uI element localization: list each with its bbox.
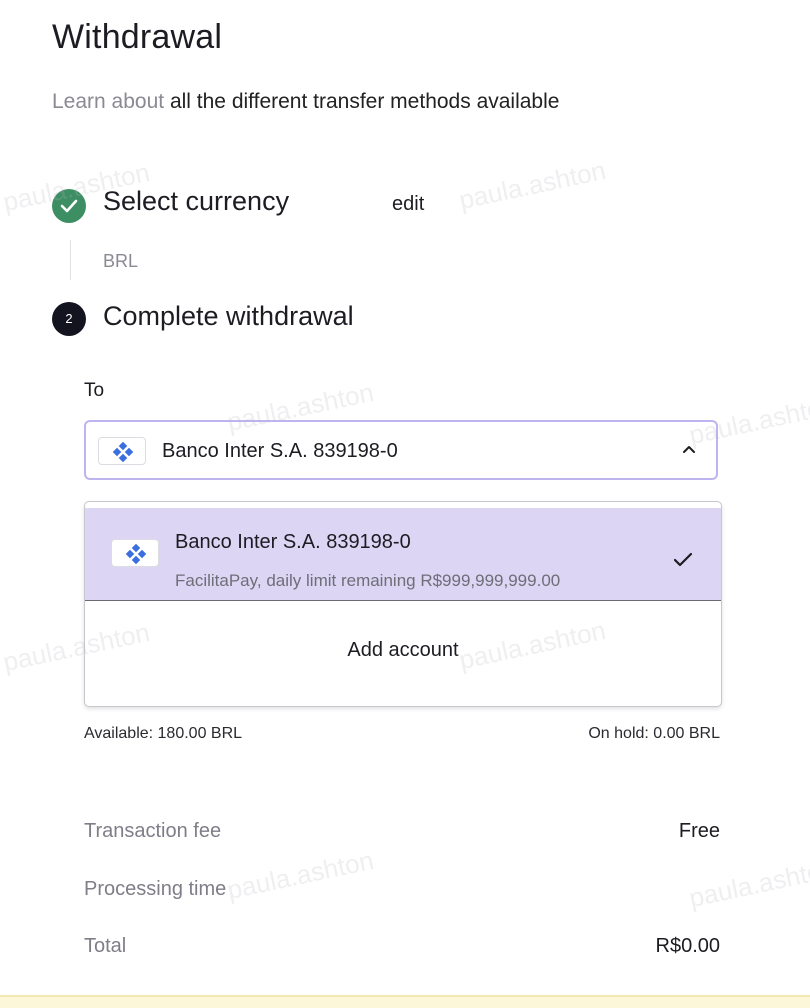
page-title: Withdrawal bbox=[52, 18, 223, 56]
watermark: paula.ashton bbox=[686, 852, 810, 914]
account-select[interactable]: Banco Inter S.A. 839198-0 bbox=[84, 420, 718, 480]
bank-inter-logo-icon bbox=[98, 437, 146, 465]
processing-time-label: Processing time bbox=[84, 878, 227, 900]
edit-currency-button[interactable]: edit bbox=[392, 193, 424, 216]
on-hold-balance: On hold: 0.00 BRL bbox=[588, 725, 720, 742]
to-field-label: To bbox=[84, 380, 105, 401]
transaction-fee-value: Free bbox=[678, 820, 720, 842]
step-connector bbox=[70, 240, 71, 280]
checkmark-icon bbox=[673, 552, 693, 567]
check-circle-icon bbox=[52, 189, 86, 223]
selected-account-value: Banco Inter S.A. 839198-0 bbox=[162, 440, 398, 462]
bank-inter-logo-icon bbox=[111, 539, 159, 567]
total-value: R$0.00 bbox=[655, 935, 721, 957]
learn-about-link[interactable]: Learn about bbox=[52, 90, 164, 113]
watermark: paula.ashton bbox=[224, 844, 377, 906]
transaction-fee-label: Transaction fee bbox=[84, 820, 222, 842]
step-number-badge: 2 bbox=[52, 302, 86, 336]
total-label: Total bbox=[84, 935, 127, 957]
add-account-button[interactable]: Add account bbox=[85, 601, 721, 706]
selected-currency-value: BRL bbox=[103, 251, 139, 271]
account-option-subtitle: FacilitaPay, daily limit remaining R$999… bbox=[175, 571, 561, 590]
intro-text: Learn about all the different transfer m… bbox=[52, 90, 559, 114]
step-complete-withdrawal-label: Complete withdrawal bbox=[103, 301, 354, 331]
watermark: paula.ashton bbox=[456, 154, 609, 216]
step-select-currency-label: Select currency bbox=[103, 186, 290, 216]
bottom-banner bbox=[0, 995, 810, 1008]
intro-description: all the different transfer methods avail… bbox=[169, 90, 560, 113]
chevron-up-icon[interactable] bbox=[682, 444, 696, 454]
account-option[interactable]: Banco Inter S.A. 839198-0 FacilitaPay, d… bbox=[85, 508, 721, 601]
account-option-title: Banco Inter S.A. 839198-0 bbox=[175, 531, 411, 553]
available-balance: Available: 180.00 BRL bbox=[84, 725, 243, 742]
account-dropdown-menu: Banco Inter S.A. 839198-0 FacilitaPay, d… bbox=[84, 501, 722, 707]
